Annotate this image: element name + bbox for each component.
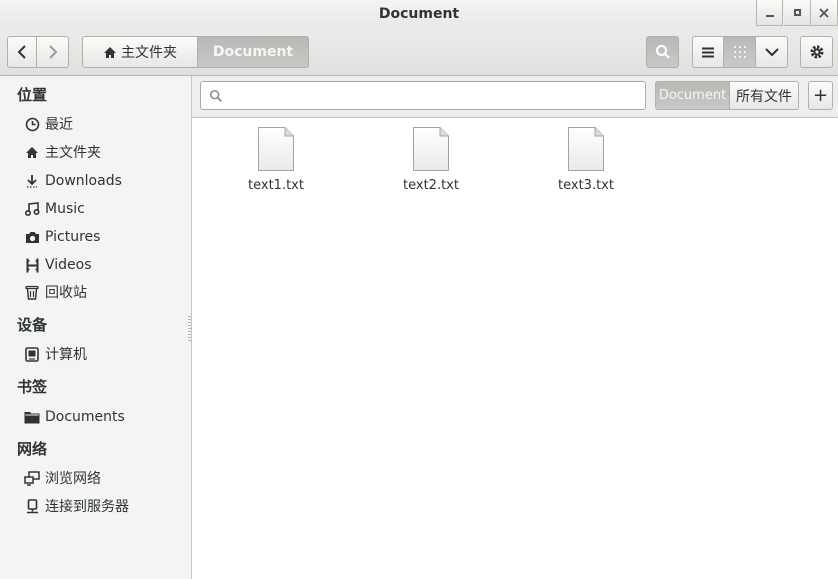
search-icon bbox=[209, 89, 222, 102]
search-input[interactable] bbox=[229, 85, 633, 107]
home-icon bbox=[104, 46, 116, 58]
grid-view-button[interactable] bbox=[724, 36, 756, 68]
text-file-icon bbox=[413, 127, 449, 171]
folder-icon bbox=[24, 411, 40, 423]
close-icon bbox=[819, 7, 829, 18]
sidebar-item-connect-server[interactable]: 连接到服务器 bbox=[24, 495, 129, 517]
search-scope-current-button[interactable]: Document bbox=[655, 81, 730, 110]
toolbar: 主文件夹 Document bbox=[0, 30, 838, 76]
sidebar-item-documents[interactable]: Documents bbox=[24, 406, 125, 428]
path-button-document[interactable]: Document bbox=[198, 36, 309, 68]
file-name: text1.txt bbox=[248, 178, 304, 193]
minimize-icon bbox=[765, 14, 774, 17]
file-view: text1.txt text2.txt text3.txt bbox=[193, 118, 838, 579]
sidebar-item-label: Documents bbox=[45, 409, 125, 425]
search-scope-all-button[interactable]: 所有文件 bbox=[730, 81, 799, 110]
search-toggle-button[interactable] bbox=[646, 36, 679, 68]
path-label-home: 主文件夹 bbox=[121, 45, 177, 61]
sidebar-item-videos[interactable]: Videos bbox=[24, 254, 92, 276]
sidebar-item-label: 回收站 bbox=[45, 285, 87, 301]
minimize-button[interactable] bbox=[756, 0, 783, 26]
sidebar-item-browse-network[interactable]: 浏览网络 bbox=[24, 467, 101, 489]
film-icon bbox=[26, 258, 38, 272]
sidebar-resize-handle[interactable] bbox=[188, 316, 191, 342]
grid-icon bbox=[733, 46, 746, 58]
path-label-document: Document bbox=[212, 44, 294, 60]
clock-icon bbox=[25, 117, 39, 131]
sidebar-item-label: Downloads bbox=[45, 173, 122, 189]
file-item[interactable]: text3.txt bbox=[536, 126, 636, 193]
maximize-icon bbox=[793, 9, 801, 16]
sidebar-item-trash[interactable]: 回收站 bbox=[24, 281, 87, 303]
server-icon bbox=[26, 498, 38, 513]
sidebar-item-label: Music bbox=[45, 201, 85, 217]
sidebar-item-home[interactable]: 主文件夹 bbox=[24, 141, 101, 163]
camera-icon bbox=[25, 231, 39, 243]
sidebar-item-music[interactable]: Music bbox=[24, 198, 85, 220]
list-view-button[interactable] bbox=[692, 36, 724, 68]
file-item[interactable]: text2.txt bbox=[381, 126, 481, 193]
forward-button[interactable] bbox=[37, 36, 69, 68]
path-button-home[interactable]: 主文件夹 bbox=[82, 36, 198, 68]
sidebar-item-label: 连接到服务器 bbox=[45, 499, 129, 515]
sidebar-item-downloads[interactable]: Downloads bbox=[24, 170, 122, 192]
sidebar-item-label: 计算机 bbox=[45, 347, 87, 363]
chevron-right-icon bbox=[48, 45, 57, 59]
music-icon bbox=[24, 202, 40, 216]
sidebar-item-label: Videos bbox=[45, 257, 92, 273]
list-icon bbox=[702, 47, 714, 57]
plus-icon: + bbox=[812, 85, 829, 106]
window-title: Document bbox=[378, 6, 460, 22]
settings-button[interactable] bbox=[800, 36, 833, 68]
sidebar-section-bookmarks: 书签 bbox=[17, 378, 48, 396]
search-icon bbox=[655, 45, 670, 59]
sidebar-item-label: Pictures bbox=[45, 229, 101, 245]
sidebar-section-devices: 设备 bbox=[17, 316, 48, 334]
file-name: text3.txt bbox=[558, 178, 614, 193]
file-item[interactable]: text1.txt bbox=[226, 126, 326, 193]
text-file-icon bbox=[568, 127, 604, 171]
search-scope-all-label: 所有文件 bbox=[736, 88, 792, 105]
sidebar-item-label: 主文件夹 bbox=[45, 145, 101, 161]
add-search-criterion-button[interactable]: + bbox=[808, 81, 833, 110]
download-icon bbox=[27, 174, 37, 188]
sidebar-section-places: 位置 bbox=[17, 86, 48, 104]
gear-icon bbox=[810, 45, 823, 59]
back-button[interactable] bbox=[7, 36, 37, 68]
search-scope-current-label: Document bbox=[658, 88, 727, 103]
sidebar-item-pictures[interactable]: Pictures bbox=[24, 226, 100, 248]
sidebar: 位置 最近 主文件夹 Downloads Music Pictures Vide… bbox=[0, 76, 192, 579]
computer-icon bbox=[25, 346, 39, 362]
chevron-left-icon bbox=[17, 45, 26, 59]
home-icon bbox=[26, 146, 38, 158]
sidebar-item-label: 浏览网络 bbox=[45, 471, 101, 487]
close-button[interactable] bbox=[811, 0, 838, 26]
sidebar-item-label: 最近 bbox=[45, 117, 73, 133]
network-icon bbox=[24, 470, 40, 486]
file-name: text2.txt bbox=[403, 178, 459, 193]
view-options-button[interactable] bbox=[756, 36, 788, 68]
maximize-button[interactable] bbox=[784, 0, 811, 26]
title-bar: Document bbox=[0, 0, 838, 30]
sidebar-section-network: 网络 bbox=[17, 440, 48, 458]
text-file-icon bbox=[258, 127, 294, 171]
chevron-down-icon bbox=[764, 48, 779, 57]
trash-icon bbox=[25, 285, 39, 300]
search-entry[interactable] bbox=[200, 81, 646, 110]
sidebar-item-recent[interactable]: 最近 bbox=[24, 113, 73, 135]
search-bar: Document 所有文件 + bbox=[192, 76, 838, 118]
sidebar-item-computer[interactable]: 计算机 bbox=[24, 343, 87, 365]
